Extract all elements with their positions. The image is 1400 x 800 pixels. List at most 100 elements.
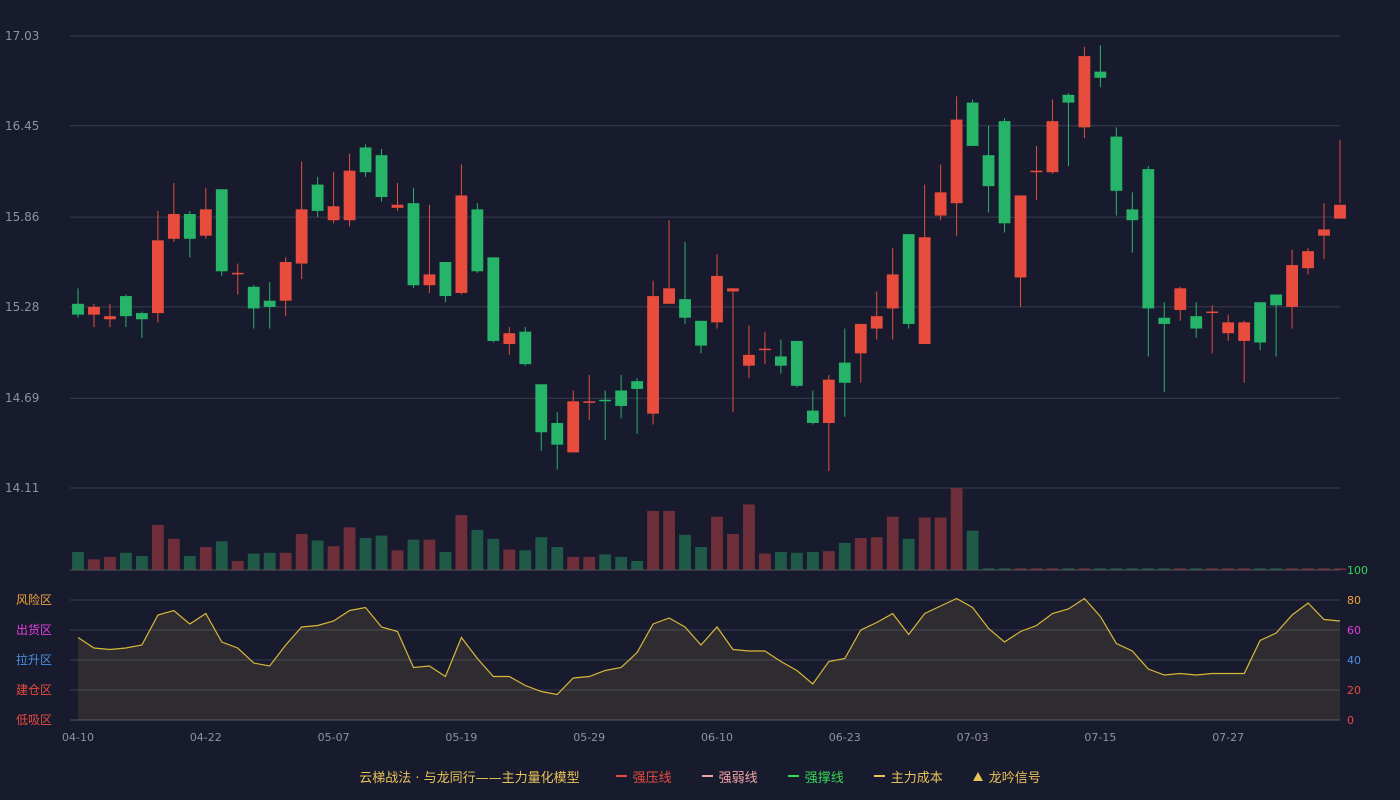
- candle: [902, 234, 915, 329]
- candle-body: [88, 306, 100, 315]
- candle: [295, 161, 308, 280]
- candle-body: [263, 300, 276, 307]
- volume-bar: [535, 537, 548, 570]
- volume-bar: [551, 547, 564, 570]
- candle: [711, 254, 723, 329]
- candle: [567, 390, 580, 453]
- candle: [966, 99, 979, 146]
- candle: [1126, 192, 1139, 253]
- candle: [1190, 302, 1203, 338]
- osc-right-tick: 20: [1347, 684, 1361, 697]
- volume-bar: [455, 515, 468, 570]
- candle-body: [647, 296, 659, 414]
- volume-bar: [567, 556, 580, 570]
- volume-bar: [375, 535, 388, 570]
- candle: [1174, 286, 1187, 321]
- candle: [327, 172, 340, 224]
- legend-label: 龙吟信号: [988, 770, 1041, 786]
- volume-bar: [822, 551, 835, 570]
- volume-bar: [247, 553, 260, 570]
- candle-body: [247, 286, 260, 309]
- volume-bar: [359, 538, 372, 570]
- candle: [1238, 320, 1251, 383]
- candle: [231, 263, 244, 295]
- candle: [1206, 305, 1219, 354]
- volume-bars: [70, 488, 1346, 571]
- legend-item-dragon-signal[interactable]: 龙吟信号: [972, 767, 1041, 786]
- candle-body: [407, 203, 420, 286]
- candle-body: [535, 384, 548, 433]
- x-tick-label: 06-23: [829, 731, 861, 744]
- volume-bar: [391, 550, 404, 570]
- volume-bar: [790, 552, 803, 570]
- volume-bar: [439, 551, 452, 570]
- candle: [343, 153, 356, 227]
- candle: [679, 241, 691, 324]
- y-tick-label: 14.11: [5, 481, 39, 495]
- candle: [1046, 99, 1059, 174]
- candle: [1270, 294, 1283, 357]
- candle: [759, 331, 771, 365]
- y-tick-label: 17.03: [5, 29, 39, 43]
- candle-body: [1190, 316, 1203, 329]
- candle: [199, 187, 212, 239]
- candle: [487, 257, 500, 343]
- candle-body: [1158, 317, 1171, 324]
- candle: [183, 210, 196, 258]
- legend-item-main-cost[interactable]: 主力成本: [873, 767, 943, 786]
- volume-bar: [72, 551, 84, 570]
- candle: [471, 203, 484, 273]
- volume-bar: [295, 533, 308, 570]
- osc-right-tick: 0: [1347, 714, 1354, 727]
- volume-bar: [711, 516, 723, 570]
- candle: [1142, 166, 1155, 357]
- candle-body: [295, 209, 308, 264]
- candle-body: [966, 102, 979, 146]
- candle-body: [343, 170, 356, 221]
- candle-body: [774, 356, 787, 366]
- candle-body: [120, 296, 132, 317]
- candle-body: [886, 274, 899, 309]
- candle: [167, 183, 180, 242]
- volume-bar: [838, 542, 851, 570]
- volume-bar: [695, 547, 707, 570]
- candle-body: [359, 147, 372, 173]
- candle-body: [759, 348, 771, 351]
- x-tick-label: 05-29: [573, 731, 605, 744]
- x-tick-label: 07-15: [1084, 731, 1116, 744]
- volume-bar: [311, 540, 324, 570]
- x-tick-label: 04-10: [62, 731, 94, 744]
- legend-item-strong-pressure[interactable]: 强压线: [615, 767, 672, 786]
- zone-label: 拉升区: [16, 652, 52, 667]
- legend-label: 强弱线: [718, 770, 758, 786]
- candle-body: [615, 390, 628, 406]
- candle: [1254, 302, 1267, 351]
- volume-bar: [647, 510, 659, 570]
- candle: [870, 291, 883, 340]
- volume-bar: [407, 539, 420, 570]
- volume-bar: [806, 551, 819, 570]
- y-tick-label: 16.45: [5, 119, 39, 133]
- candle-body: [215, 189, 228, 272]
- chart-legend: 云梯战法 · 与龙同行——主力量化模型 强压线 强弱线 强撑线 主力成本 龙吟信…: [0, 762, 1400, 790]
- candle-body: [487, 257, 500, 341]
- legend-item-strong-support[interactable]: 强撑线: [787, 767, 844, 786]
- volume-bar: [663, 510, 675, 570]
- candle-body: [1142, 169, 1155, 309]
- y-tick-label: 15.28: [5, 300, 39, 314]
- candle-body: [1110, 136, 1123, 191]
- candle-body: [1238, 322, 1251, 341]
- candle-body: [503, 333, 516, 345]
- oscillator-panel: [70, 597, 1341, 721]
- volume-bar: [950, 488, 963, 570]
- legend-item-strength-line[interactable]: 强弱线: [701, 767, 758, 786]
- x-tick-label: 07-27: [1212, 731, 1244, 744]
- candle-body: [950, 119, 963, 204]
- candle: [407, 187, 420, 289]
- volume-bar: [854, 538, 867, 570]
- volume-bar: [599, 554, 612, 570]
- candle-body: [1302, 251, 1314, 269]
- volume-bar: [199, 547, 212, 570]
- candle: [998, 118, 1011, 233]
- zone-label: 出货区: [16, 622, 52, 637]
